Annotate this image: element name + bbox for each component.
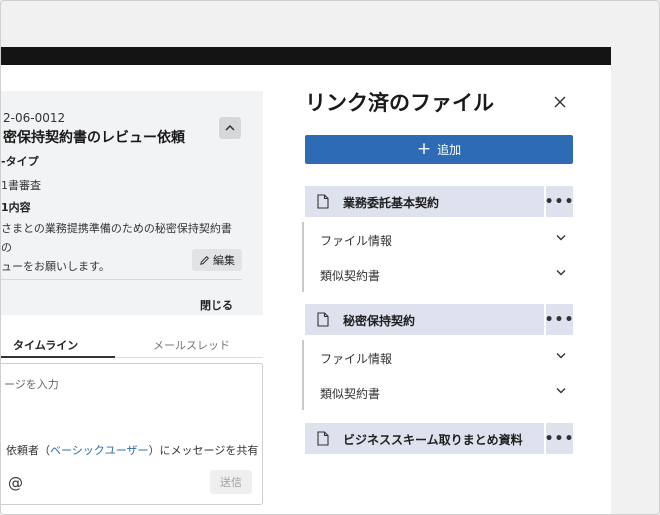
similar-contracts-label: 類似契約書 xyxy=(320,387,381,401)
edit-button[interactable]: 編集 xyxy=(192,249,242,271)
top-bar xyxy=(1,47,611,65)
request-card: 2-06-0012 密保持契約書のレビュー依頼 -タイプ 1書審査 1内容 さま… xyxy=(1,91,263,315)
message-input[interactable]: ージを入力 xyxy=(4,376,59,392)
file-info-label: ファイル情報 xyxy=(320,352,393,366)
chevron-down-icon xyxy=(556,270,566,276)
chevron-up-icon xyxy=(225,124,235,131)
close-icon xyxy=(554,96,566,108)
add-file-button[interactable]: + 追加 xyxy=(305,135,573,164)
chevron-down-icon xyxy=(556,353,566,359)
more-options-button[interactable]: ••• xyxy=(544,186,573,217)
document-icon xyxy=(317,431,329,446)
content-label: 1内容 xyxy=(1,201,31,214)
card-divider xyxy=(1,279,242,280)
chevron-down-icon xyxy=(556,235,566,241)
collapse-button[interactable] xyxy=(219,117,241,139)
tab-mail-thread[interactable]: メールスレッド xyxy=(153,337,230,353)
file-info-row[interactable]: ファイル情報 xyxy=(304,340,573,375)
file-name: 業務委託基本契約 xyxy=(343,196,440,210)
type-value: 1書審査 xyxy=(1,179,41,192)
active-tab-indicator xyxy=(1,356,115,358)
file-info-row[interactable]: ファイル情報 xyxy=(304,222,573,257)
tab-timeline[interactable]: タイムライン xyxy=(13,337,78,353)
chevron-down-icon xyxy=(556,388,566,394)
share-option[interactable]: 依頼者（ベーシックユーザー）にメッセージを共有 xyxy=(6,442,258,458)
document-icon xyxy=(317,194,329,209)
document-icon xyxy=(317,312,329,327)
pencil-icon xyxy=(200,255,210,265)
file-name: ビジネススキーム取りまとめ資料 xyxy=(343,433,523,447)
file-item[interactable]: ビジネススキーム取りまとめ資料 ••• xyxy=(305,423,573,454)
tab-divider xyxy=(115,357,263,358)
more-options-button[interactable]: ••• xyxy=(544,304,573,335)
similar-contracts-row[interactable]: 類似契約書 xyxy=(304,257,573,292)
file-item[interactable]: 業務委託基本契約 ••• xyxy=(305,186,573,217)
send-button[interactable]: 送信 xyxy=(210,470,252,494)
add-label: 追加 xyxy=(437,143,462,157)
more-options-button[interactable]: ••• xyxy=(544,423,573,454)
plus-icon: + xyxy=(416,139,432,159)
file-details: ファイル情報 類似契約書 xyxy=(302,340,573,410)
file-info-label: ファイル情報 xyxy=(320,234,393,248)
panel-title: リンク済のファイル xyxy=(305,91,494,115)
close-panel-button[interactable] xyxy=(549,91,571,113)
app-frame: 2-06-0012 密保持契約書のレビュー依頼 -タイプ 1書審査 1内容 さま… xyxy=(0,0,660,515)
file-details: ファイル情報 類似契約書 xyxy=(302,222,573,292)
similar-contracts-label: 類似契約書 xyxy=(320,269,381,283)
close-card-link[interactable]: 閉じる xyxy=(200,297,233,313)
app-window: 2-06-0012 密保持契約書のレビュー依頼 -タイプ 1書審査 1内容 さま… xyxy=(1,47,611,514)
file-item[interactable]: 秘密保持契約 ••• xyxy=(305,304,573,335)
request-title: 密保持契約書のレビュー依頼 xyxy=(3,130,185,146)
file-name: 秘密保持契約 xyxy=(343,314,416,328)
similar-contracts-row[interactable]: 類似契約書 xyxy=(304,375,573,410)
share-user-link[interactable]: ベーシックユーザー xyxy=(50,444,149,457)
share-prefix: 依頼者（ xyxy=(6,444,50,457)
type-label: -タイプ xyxy=(1,155,39,168)
mention-icon[interactable]: @ xyxy=(8,474,23,492)
request-id: 2-06-0012 xyxy=(3,111,66,125)
message-composer[interactable]: ージを入力 依頼者（ベーシックユーザー）にメッセージを共有 @ 送信 xyxy=(1,363,263,505)
edit-label: 編集 xyxy=(213,254,235,267)
share-suffix: ）にメッセージを共有 xyxy=(148,444,259,457)
